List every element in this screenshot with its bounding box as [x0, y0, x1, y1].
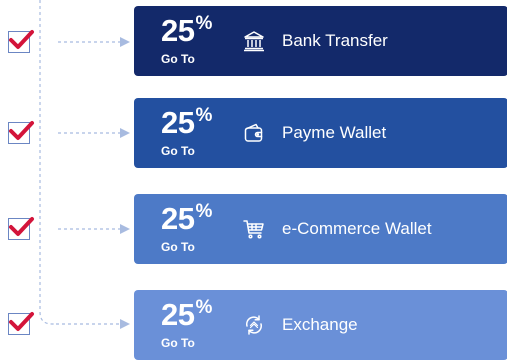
percent-number: 25 — [161, 13, 195, 48]
percent-value: 25% — [161, 201, 213, 236]
payment-options-diagram: 25% Go To Bank Transfer 25% Go To Payme … — [0, 0, 507, 361]
go-to-link[interactable]: Go To — [161, 240, 195, 254]
percent-sign: % — [195, 201, 213, 222]
checkmark-icon — [9, 217, 34, 236]
card-ecommerce-wallet[interactable]: 25% Go To e-Commerce Wallet — [134, 194, 507, 264]
bank-icon — [242, 29, 266, 53]
percent-number: 25 — [161, 105, 195, 140]
percent-number: 25 — [161, 297, 195, 332]
go-to-link[interactable]: Go To — [161, 52, 195, 66]
checkmark-icon — [9, 30, 34, 49]
option-label: Payme Wallet — [282, 123, 387, 142]
option-label: e-Commerce Wallet — [282, 219, 432, 238]
wallet-icon — [242, 121, 266, 145]
exchange-icon — [242, 313, 266, 337]
percent-sign: % — [195, 13, 213, 34]
checkbox-exchange[interactable] — [8, 312, 34, 335]
percent-value: 25% — [161, 297, 213, 332]
checkbox-ecommerce-wallet[interactable] — [8, 217, 34, 240]
checkmark-icon — [9, 121, 34, 140]
checkbox-payme-wallet[interactable] — [8, 121, 34, 144]
percent-value: 25% — [161, 13, 213, 48]
card-payme-wallet[interactable]: 25% Go To Payme Wallet — [134, 98, 507, 168]
percent-sign: % — [195, 297, 213, 318]
shopping-cart-icon — [242, 217, 266, 241]
card-exchange[interactable]: 25% Go To Exchange — [134, 290, 507, 360]
option-label: Exchange — [282, 315, 358, 334]
checkmark-icon — [9, 312, 34, 331]
percent-number: 25 — [161, 201, 195, 236]
card-bank-transfer[interactable]: 25% Go To Bank Transfer — [134, 6, 507, 76]
percent-value: 25% — [161, 105, 213, 140]
percent-sign: % — [195, 105, 213, 126]
go-to-link[interactable]: Go To — [161, 144, 195, 158]
go-to-link[interactable]: Go To — [161, 336, 195, 350]
checkbox-bank-transfer[interactable] — [8, 30, 34, 53]
option-label: Bank Transfer — [282, 31, 388, 50]
